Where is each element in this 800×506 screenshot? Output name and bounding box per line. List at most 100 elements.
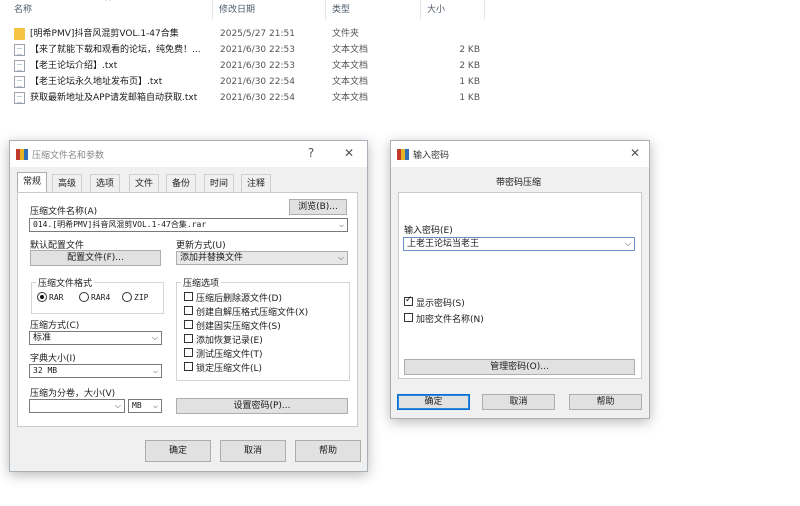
password-input[interactable]: 上老王论坛当老王 ⌵	[403, 237, 635, 251]
password-ok-button[interactable]: 确定	[397, 394, 470, 410]
password-help-button[interactable]: 帮助	[569, 394, 642, 410]
file-name: 【来了就能下载和观看的论坛，纯免费！...	[30, 45, 201, 55]
password-cancel-button[interactable]: 取消	[482, 394, 555, 410]
update-mode-label: 更新方式(U)	[176, 241, 226, 251]
file-date: 2021/6/30 22:53	[220, 61, 295, 71]
split-size-field[interactable]: ⌵	[29, 399, 125, 413]
password-label: 输入密码(E)	[404, 226, 453, 236]
close-icon[interactable]: ✕	[627, 146, 643, 160]
options-group-label: 压缩选项	[181, 276, 222, 289]
dict-label: 字典大小(I)	[30, 354, 76, 364]
split-label: 压缩为分卷，大小(V)	[30, 389, 116, 399]
chevron-down-icon[interactable]: ⌵	[153, 365, 158, 377]
format-group-label: 压缩文件格式	[36, 276, 95, 289]
password-dialog-titlebar[interactable]: 输入密码 ✕	[391, 141, 649, 167]
show-password-checkbox[interactable]	[404, 295, 413, 306]
file-row[interactable]: 【老王论坛介绍】.txt 2021/6/30 22:53 文本文档 2 KB	[10, 58, 490, 74]
password-dialog-title: 输入密码	[413, 151, 450, 161]
file-row[interactable]: [明希PMV]抖音风混剪VOL.1-47合集 2025/5/27 21:51 文…	[10, 26, 490, 42]
tab-options[interactable]: 选项	[90, 174, 121, 193]
file-name: 【老王论坛永久地址发布页】.txt	[30, 77, 163, 87]
option-label: 测试压缩文件(T)	[196, 350, 263, 360]
tab-advanced[interactable]: 高级	[52, 174, 83, 193]
format-rar4-radio[interactable]	[79, 292, 89, 302]
format-zip-radio[interactable]	[122, 292, 132, 302]
set-password-button[interactable]: 设置密码(P)...	[176, 398, 348, 414]
file-row[interactable]: 获取最新地址及APP请发邮箱自动获取.txt 2021/6/30 22:54 文…	[10, 90, 490, 106]
ok-button[interactable]: 确定	[145, 440, 211, 462]
password-value: 上老王论坛当老王	[407, 239, 480, 249]
close-icon[interactable]: ✕	[341, 146, 357, 160]
format-rar-radio[interactable]	[37, 292, 47, 302]
text-file-icon	[14, 60, 25, 72]
sfx-checkbox[interactable]	[184, 306, 193, 315]
file-row[interactable]: 【来了就能下载和观看的论坛，纯免费！... 2021/6/30 22:53 文本…	[10, 42, 490, 58]
encrypt-names-label: 加密文件名称(N)	[416, 315, 484, 325]
winrar-logo-icon	[16, 149, 28, 160]
password-heading: 带密码压缩	[496, 178, 542, 188]
tab-backup[interactable]: 备份	[166, 174, 197, 193]
option-label: 创建固实压缩文件(S)	[196, 322, 281, 332]
help-icon[interactable]: ?	[303, 146, 319, 160]
column-divider[interactable]	[325, 0, 326, 20]
archive-name-field[interactable]: 014.[明希PMV]抖音风混剪VOL.1-47合集.rar ⌵	[29, 218, 348, 232]
cancel-button[interactable]: 取消	[220, 440, 286, 462]
method-select[interactable]: 标准 ⌵	[29, 331, 162, 345]
file-date: 2021/6/30 22:53	[220, 45, 295, 55]
chevron-down-icon[interactable]: ⌵	[338, 252, 344, 264]
column-divider[interactable]	[420, 0, 421, 20]
file-size: 1 KB	[459, 77, 480, 87]
chevron-down-icon[interactable]: ⌵	[339, 219, 344, 231]
dict-value: 32 MB	[33, 366, 58, 375]
archive-dialog-title: 压缩文件名和参数	[32, 151, 105, 161]
column-header-name[interactable]: 名称	[14, 0, 32, 20]
chevron-down-icon[interactable]: ⌵	[115, 400, 121, 412]
chevron-down-icon[interactable]: ⌵	[152, 332, 158, 344]
column-divider[interactable]	[484, 0, 485, 20]
help-button[interactable]: 帮助	[295, 440, 361, 462]
recovery-record-checkbox[interactable]	[184, 334, 193, 343]
manage-passwords-button[interactable]: 管理密码(O)...	[404, 359, 635, 375]
text-file-icon	[14, 44, 25, 56]
dict-select[interactable]: 32 MB ⌵	[29, 364, 162, 378]
tab-files[interactable]: 文件	[129, 174, 160, 193]
file-size: 1 KB	[459, 93, 480, 103]
column-divider[interactable]	[212, 0, 213, 20]
column-header-type[interactable]: 类型	[332, 0, 350, 20]
encrypt-names-checkbox[interactable]	[404, 313, 413, 322]
file-size: 2 KB	[459, 45, 480, 55]
lock-archive-checkbox[interactable]	[184, 362, 193, 371]
format-rar-label: RAR	[49, 293, 64, 302]
solid-checkbox[interactable]	[184, 320, 193, 329]
file-row[interactable]: 【老王论坛永久地址发布页】.txt 2021/6/30 22:54 文本文档 1…	[10, 74, 490, 90]
tab-time[interactable]: 时间	[204, 174, 235, 193]
test-archive-checkbox[interactable]	[184, 348, 193, 357]
show-password-label: 显示密码(S)	[416, 299, 465, 309]
archive-dialog-titlebar[interactable]: 压缩文件名和参数 ? ✕	[10, 141, 367, 167]
update-mode-select[interactable]: 添加并替换文件 ⌵	[176, 251, 348, 265]
option-label: 压缩后删除源文件(D)	[196, 294, 282, 304]
file-type: 文本文档	[332, 61, 369, 71]
tab-general[interactable]: 常规	[17, 172, 48, 193]
delete-after-checkbox[interactable]	[184, 292, 193, 301]
format-zip-label: ZIP	[134, 293, 149, 302]
column-header-date[interactable]: 修改日期	[219, 0, 255, 20]
archive-name-label: 压缩文件名称(A)	[30, 207, 98, 217]
file-name: 获取最新地址及APP请发邮箱自动获取.txt	[30, 93, 198, 103]
archive-name-value: 014.[明希PMV]抖音风混剪VOL.1-47合集.rar	[33, 220, 207, 229]
chevron-down-icon[interactable]: ⌵	[625, 238, 631, 250]
file-date: 2025/5/27 21:51	[220, 29, 295, 39]
chevron-down-icon[interactable]: ⌵	[153, 400, 158, 412]
tab-comment[interactable]: 注释	[241, 174, 272, 193]
file-type: 文本文档	[332, 93, 369, 103]
column-header-size[interactable]: 大小	[427, 0, 445, 20]
browse-button[interactable]: 浏览(B)...	[289, 199, 347, 215]
file-type: 文件夹	[332, 29, 360, 39]
split-unit-select[interactable]: MB ⌵	[128, 399, 162, 413]
text-file-icon	[14, 92, 25, 104]
profile-button[interactable]: 配置文件(F)...	[30, 250, 161, 266]
option-label: 创建自解压格式压缩文件(X)	[196, 308, 309, 318]
file-name: [明希PMV]抖音风混剪VOL.1-47合集	[30, 29, 179, 39]
update-mode-value: 添加并替换文件	[180, 253, 244, 263]
method-value: 标准	[33, 333, 52, 343]
